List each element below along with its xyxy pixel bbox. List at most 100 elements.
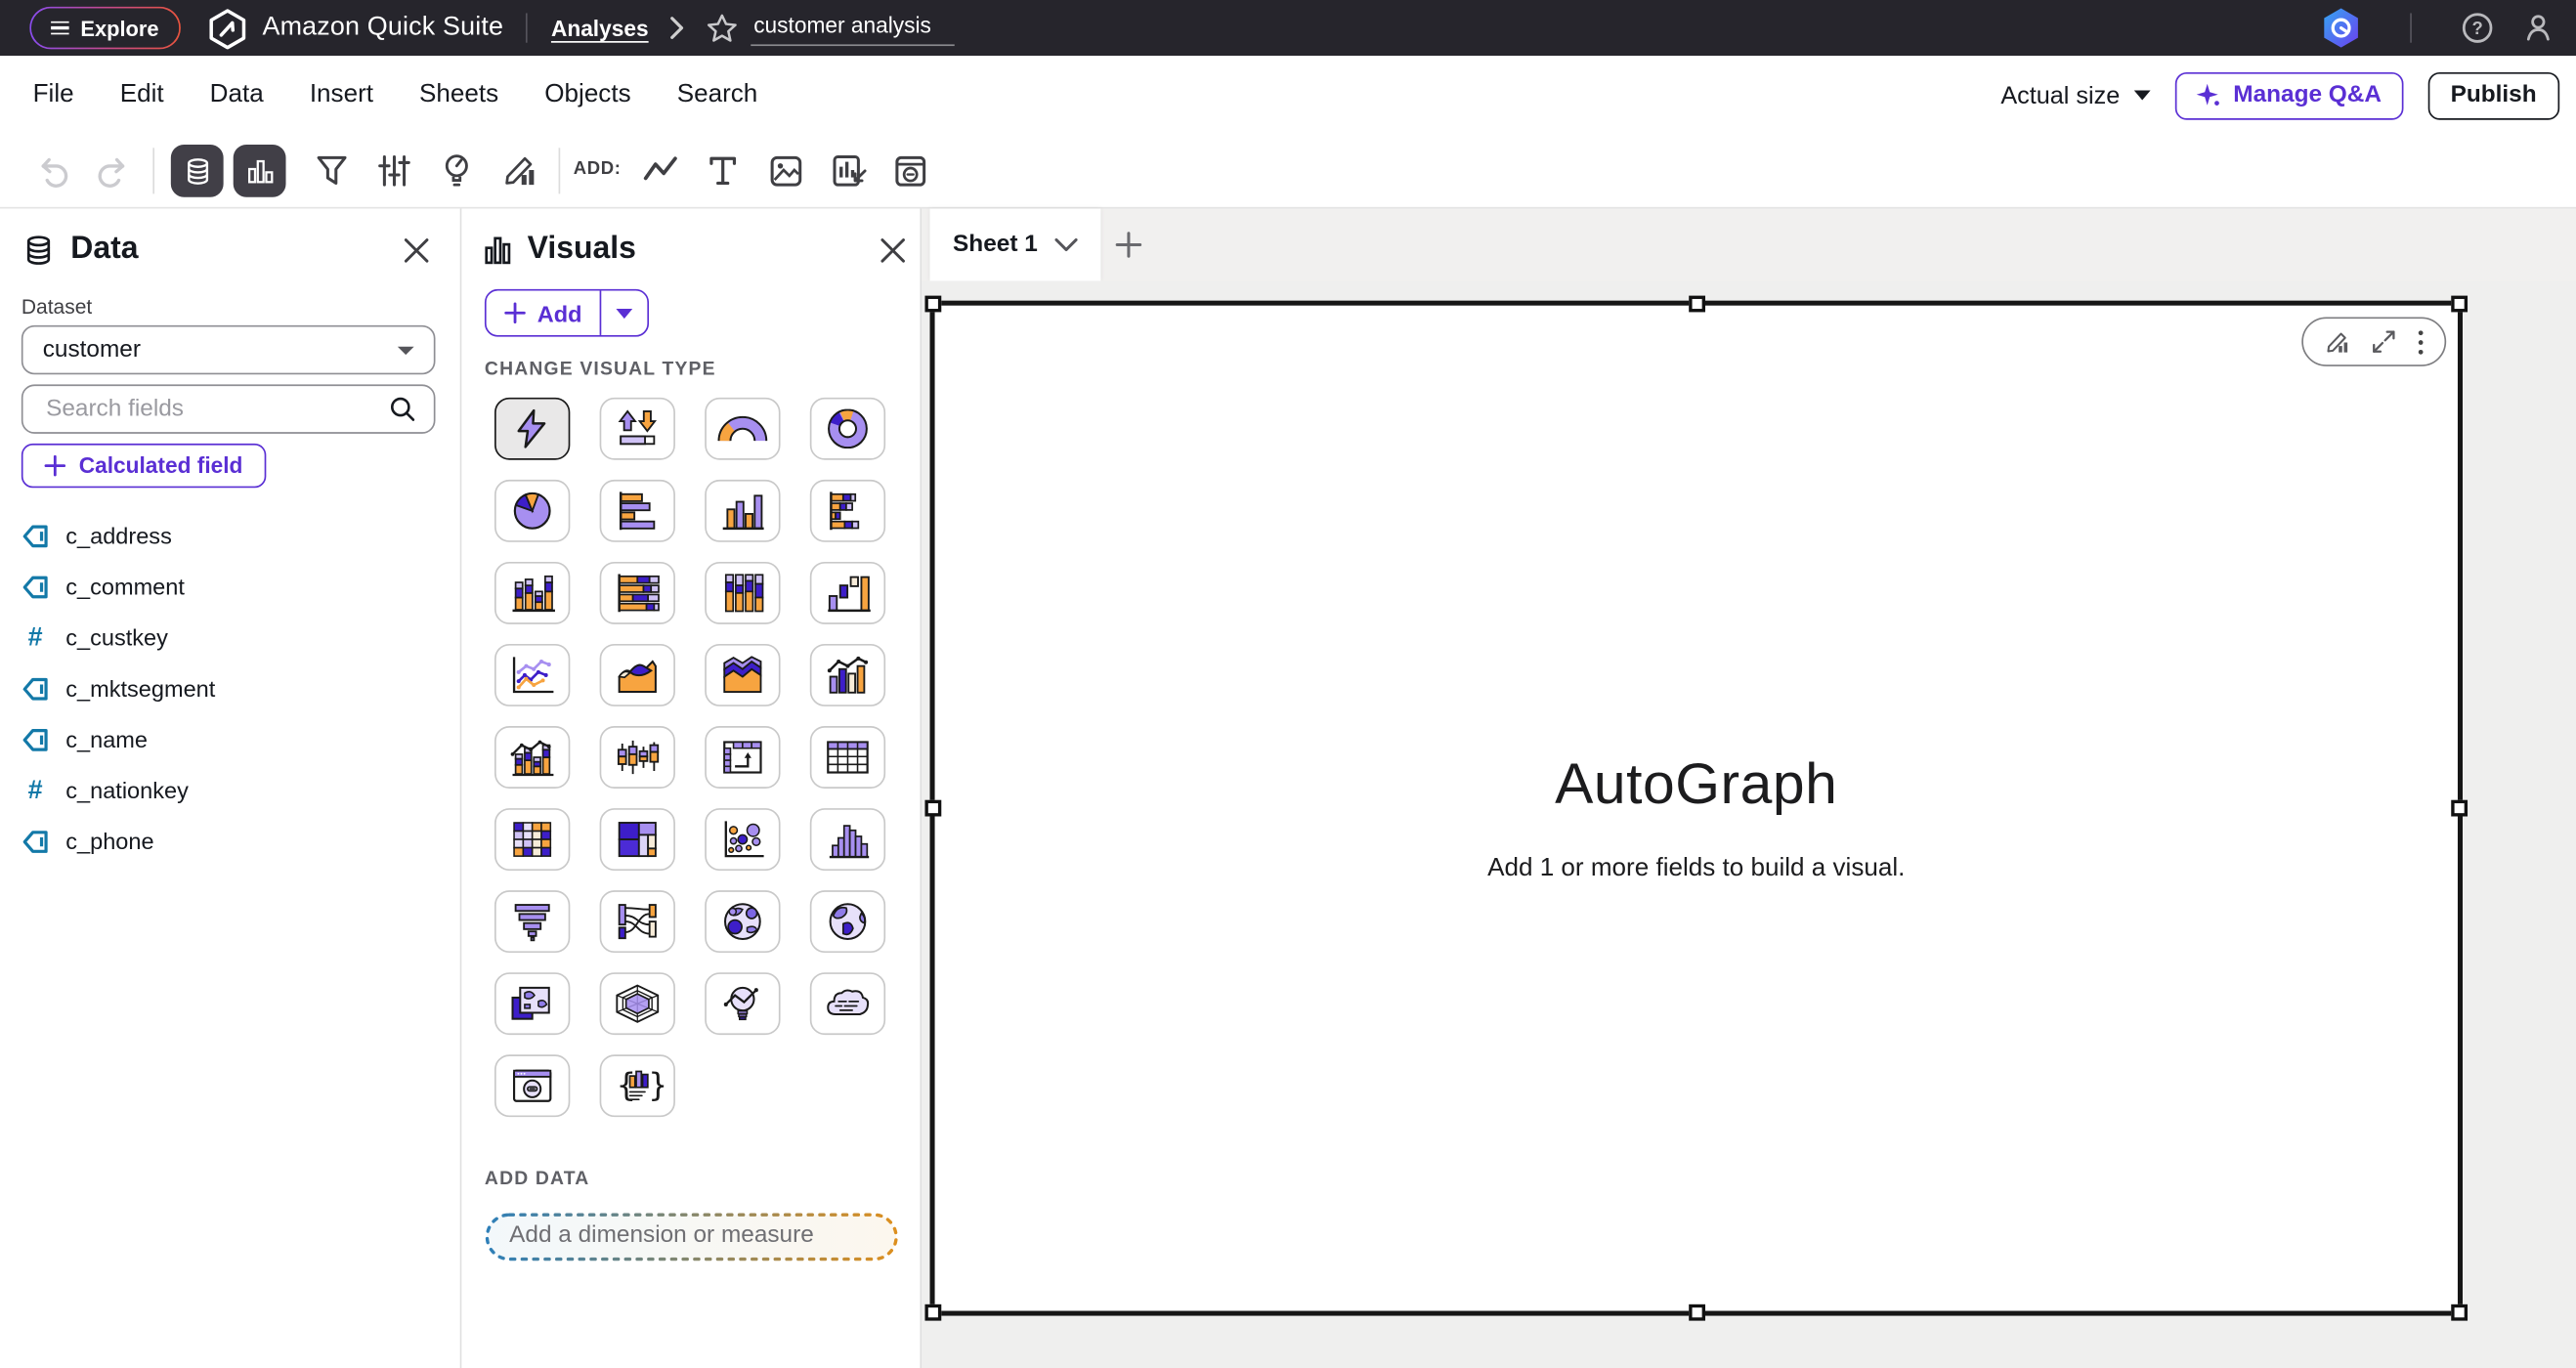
menu-items: File Edit Data Insert Sheets Objects Sea… xyxy=(33,80,758,109)
visual-type-table[interactable] xyxy=(810,726,885,789)
field-row-c-mktsegment[interactable]: c_mktsegment xyxy=(21,667,215,710)
analysis-edit-button[interactable] xyxy=(499,151,538,191)
visual-type-pie[interactable] xyxy=(494,480,570,542)
menu-data[interactable]: Data xyxy=(210,80,264,109)
visual-type-word-cloud[interactable] xyxy=(810,972,885,1035)
visual-type-custom-map[interactable] xyxy=(494,972,570,1035)
filter-button[interactable] xyxy=(312,151,351,191)
visuals-panel-close-icon[interactable] xyxy=(880,238,905,263)
add-visual-button[interactable]: Add xyxy=(487,291,602,335)
resize-handle-n[interactable] xyxy=(1688,296,1704,313)
visual-type-radar[interactable] xyxy=(600,972,675,1035)
menu-edit[interactable]: Edit xyxy=(120,80,164,109)
favorite-star-icon[interactable] xyxy=(705,11,739,45)
visual-type-line[interactable] xyxy=(494,644,570,706)
quick-suite-logo-icon[interactable] xyxy=(206,8,247,49)
visual-menu-kebab-icon[interactable] xyxy=(2417,327,2425,356)
visual-type-box-plot[interactable] xyxy=(600,726,675,789)
resize-handle-e[interactable] xyxy=(2451,800,2468,817)
resize-handle-nw[interactable] xyxy=(924,296,941,313)
insights-button[interactable] xyxy=(437,151,476,191)
visual-type-autograph[interactable] xyxy=(494,398,570,460)
visual-type-kpi[interactable] xyxy=(600,398,675,460)
help-icon[interactable]: ? xyxy=(2460,10,2496,46)
quick-suite-app-icon[interactable] xyxy=(2320,7,2363,50)
visual-type-histogram[interactable] xyxy=(810,808,885,871)
visual-maximize-icon[interactable] xyxy=(2371,328,2397,355)
controls-button[interactable] xyxy=(374,151,413,191)
explore-button[interactable]: Explore xyxy=(29,7,180,50)
add-trend-line-button[interactable] xyxy=(641,151,680,191)
resize-handle-ne[interactable] xyxy=(2451,296,2468,313)
visual-type-vertical-100-stacked-bar[interactable] xyxy=(705,562,780,624)
add-dimension-or-measure-dropzone[interactable]: Add a dimension or measure xyxy=(485,1213,899,1261)
search-icon[interactable] xyxy=(388,394,417,423)
visual-type-horizontal-100-stacked-bar[interactable] xyxy=(600,562,675,624)
autograph-visual[interactable]: AutoGraph Add 1 or more fields to build … xyxy=(930,301,2463,1316)
visual-type-custom-visual[interactable] xyxy=(494,1054,570,1117)
visual-type-funnel[interactable] xyxy=(494,890,570,953)
menu-objects[interactable]: Objects xyxy=(544,80,630,109)
menu-file[interactable]: File xyxy=(33,80,74,109)
calculated-field-button[interactable]: Calculated field xyxy=(21,444,266,488)
bar-chart-icon xyxy=(244,155,276,187)
resize-handle-w[interactable] xyxy=(924,800,941,817)
redo-button[interactable] xyxy=(92,151,130,190)
undo-button[interactable] xyxy=(36,151,74,190)
visual-type-sankey[interactable] xyxy=(600,890,675,953)
add-image-button[interactable] xyxy=(765,151,804,191)
search-fields-input[interactable] xyxy=(43,394,388,423)
number-field-icon: # xyxy=(21,623,50,652)
add-visual-button[interactable] xyxy=(828,151,867,191)
field-row-c-name[interactable]: c_name xyxy=(21,718,148,761)
visual-type-stacked-combo[interactable] xyxy=(494,726,570,789)
data-panel-close-icon[interactable] xyxy=(405,238,429,263)
visual-type-pivot-table[interactable] xyxy=(705,726,780,789)
add-text-button[interactable] xyxy=(704,151,743,191)
field-row-c-address[interactable]: c_address xyxy=(21,514,172,557)
visual-type-filled-map[interactable] xyxy=(810,890,885,953)
visual-type-vertical-bar[interactable] xyxy=(705,480,780,542)
visual-type-donut[interactable] xyxy=(810,398,885,460)
toggle-visuals-panel-button[interactable] xyxy=(234,145,286,197)
chevron-down-icon[interactable] xyxy=(1054,237,1078,252)
add-sheet-button[interactable] xyxy=(1100,209,1156,281)
visual-type-tree-map[interactable] xyxy=(600,808,675,871)
visual-type-scatter[interactable] xyxy=(705,808,780,871)
zoom-level-select[interactable]: Actual size xyxy=(2000,81,2151,109)
resize-handle-s[interactable] xyxy=(1688,1304,1704,1321)
manage-qa-button[interactable]: Manage Q&A xyxy=(2175,71,2402,119)
visual-type-insights[interactable] xyxy=(705,972,780,1035)
visual-type-custom-narrative[interactable]: {} xyxy=(600,1054,675,1117)
field-row-c-comment[interactable]: c_comment xyxy=(21,565,185,608)
visual-type-heat-map[interactable] xyxy=(494,808,570,871)
visual-type-combo[interactable] xyxy=(810,644,885,706)
sheet-tab[interactable]: Sheet 1 xyxy=(930,209,1100,281)
breadcrumb-analyses-link[interactable]: Analyses xyxy=(551,16,649,40)
field-row-c-nationkey[interactable]: # c_nationkey xyxy=(21,769,189,812)
publish-button[interactable]: Publish xyxy=(2427,71,2559,119)
add-embed-button[interactable] xyxy=(890,151,929,191)
visual-type-area[interactable] xyxy=(600,644,675,706)
toggle-data-panel-button[interactable] xyxy=(171,145,224,197)
field-row-c-custkey[interactable]: # c_custkey xyxy=(21,616,168,659)
visual-type-horizontal-stacked-bar[interactable] xyxy=(810,480,885,542)
menu-sheets[interactable]: Sheets xyxy=(419,80,498,109)
field-row-c-phone[interactable]: c_phone xyxy=(21,820,154,863)
analysis-title[interactable]: customer analysis xyxy=(751,10,955,46)
visual-type-points-on-map[interactable] xyxy=(705,890,780,953)
visual-type-stacked-area[interactable] xyxy=(705,644,780,706)
visual-type-waterfall[interactable] xyxy=(810,562,885,624)
add-data-label: ADD DATA xyxy=(485,1170,590,1189)
dataset-select[interactable]: customer xyxy=(21,325,436,374)
visual-type-horizontal-bar[interactable] xyxy=(600,480,675,542)
visual-type-gauge[interactable] xyxy=(705,398,780,460)
resize-handle-se[interactable] xyxy=(2451,1304,2468,1321)
menu-search[interactable]: Search xyxy=(677,80,758,109)
visual-edit-icon[interactable] xyxy=(2323,327,2351,356)
resize-handle-sw[interactable] xyxy=(924,1304,941,1321)
user-profile-icon[interactable] xyxy=(2520,10,2556,46)
menu-insert[interactable]: Insert xyxy=(310,80,373,109)
visual-type-vertical-stacked-bar[interactable] xyxy=(494,562,570,624)
add-visual-dropdown-button[interactable] xyxy=(602,291,648,335)
